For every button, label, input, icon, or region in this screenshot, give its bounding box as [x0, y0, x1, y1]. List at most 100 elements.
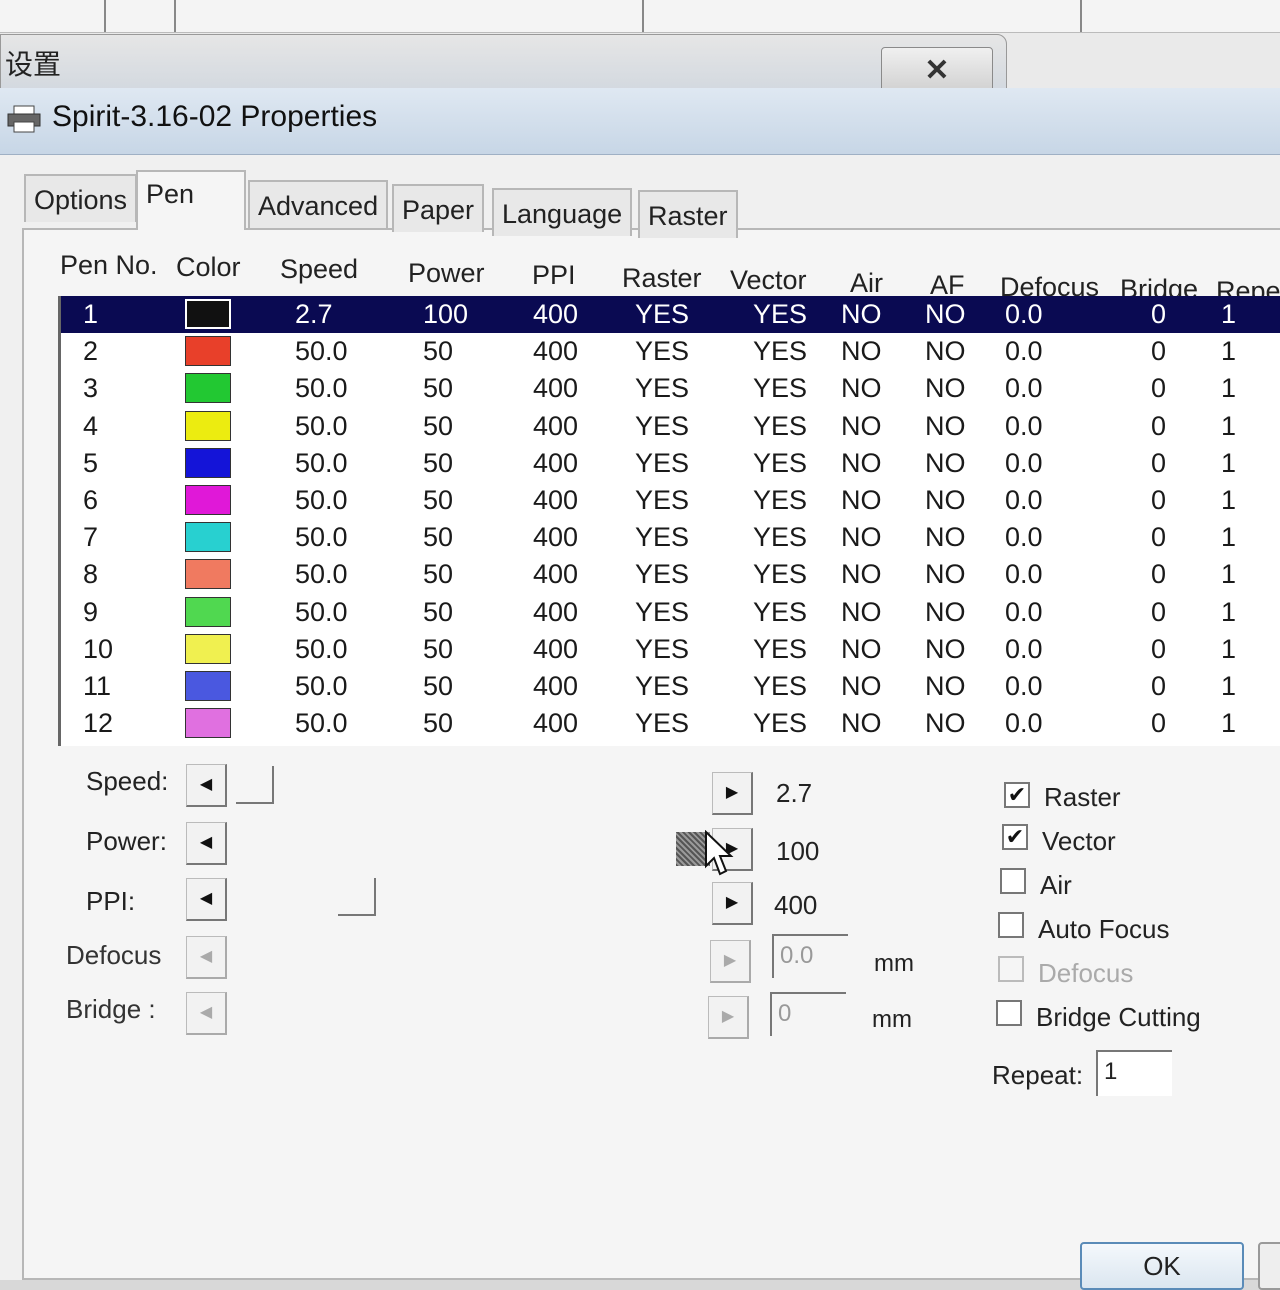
af-cell: NO [925, 522, 966, 553]
bridge-increase-button[interactable]: ▶ [708, 996, 749, 1039]
speed-slider-thumb[interactable] [236, 766, 274, 804]
vector-cell: YES [753, 447, 808, 478]
raster-checkbox[interactable]: ✔ [1004, 782, 1030, 808]
column-header-air[interactable]: Air [850, 268, 883, 299]
pen-color-swatch [185, 336, 231, 367]
defocus-checkbox-label[interactable]: Defocus [1038, 958, 1133, 989]
column-header-color[interactable]: Color [176, 252, 241, 283]
left-arrow-icon: ◀ [199, 948, 213, 965]
column-header-raster[interactable]: Raster [622, 263, 702, 294]
defocus-checkbox[interactable] [998, 956, 1024, 982]
ppi-cell: 400 [533, 708, 579, 739]
tab-options[interactable]: Options [24, 174, 138, 222]
air-checkbox-label[interactable]: Air [1040, 870, 1072, 901]
column-header-ppi[interactable]: PPI [532, 260, 576, 291]
ppi-cell: 400 [533, 485, 579, 515]
vector-checkbox-label[interactable]: Vector [1042, 826, 1116, 857]
raster-cell: YES [635, 373, 690, 404]
pen-row[interactable]: 8 50.0 50 400 YES YES NO NO 0.0 0 1 [61, 556, 1280, 593]
speed-decrease-button[interactable]: ◀ [186, 764, 227, 807]
speed-cell: 50.0 [295, 485, 348, 515]
column-header-power[interactable]: Power [408, 258, 485, 289]
tab-advanced[interactable]: Advanced [248, 180, 389, 228]
pen-row[interactable]: 5 50.0 50 400 YES YES NO NO 0.0 0 1 [61, 445, 1280, 482]
pen-list[interactable]: 1 2.7 100 400 YES YES NO NO 0.0 0 1 2 50.0 50 400 YES YE… [58, 296, 1280, 746]
pen-row[interactable]: 3 50.0 50 400 YES YES NO NO 0.0 0 1 [61, 370, 1280, 407]
vector-cell: YES [753, 522, 808, 553]
bridge-cutting-checkbox-label[interactable]: Bridge Cutting [1036, 1002, 1201, 1033]
power-cell: 50 [423, 671, 454, 701]
tab-pen[interactable]: Pen [136, 170, 246, 230]
tab-paper[interactable]: Paper [392, 184, 485, 232]
speed-increase-button[interactable]: ▶ [712, 772, 753, 815]
defocus-increase-button[interactable]: ▶ [710, 940, 751, 983]
air-cell: NO [841, 373, 882, 404]
power-decrease-button[interactable]: ◀ [186, 822, 227, 865]
pen-color-swatch [185, 522, 231, 553]
defocus-field[interactable]: 0.0 [772, 934, 848, 978]
defocus-decrease-button[interactable]: ◀ [186, 936, 227, 979]
dialog-title: Spirit-3.16-02 Properties [52, 100, 378, 133]
bridge-cell: 0 [1151, 708, 1167, 739]
pen-color-swatch [185, 633, 231, 664]
raster-cell: YES [635, 336, 690, 367]
toolbar-segment [104, 0, 176, 32]
raster-cell: YES [635, 559, 690, 590]
column-header-pen-no[interactable]: Pen No. [60, 250, 158, 281]
air-cell: NO [841, 559, 882, 590]
vector-cell: YES [753, 373, 808, 404]
pen-color-swatch [185, 671, 231, 701]
defocus-cell: 0.0 [1005, 299, 1043, 329]
column-header-vector[interactable]: Vector [730, 265, 807, 296]
cancel-button[interactable] [1258, 1242, 1280, 1290]
bridge-field[interactable]: 0 [770, 992, 846, 1036]
vector-checkbox[interactable]: ✔ [1002, 824, 1028, 850]
power-cell: 50 [423, 596, 454, 627]
air-cell: NO [841, 336, 882, 367]
defocus-cell: 0.0 [1005, 708, 1043, 739]
ppi-decrease-button[interactable]: ◀ [186, 878, 227, 921]
pen-row[interactable]: 4 50.0 50 400 YES YES NO NO 0.0 0 1 [61, 408, 1280, 445]
ppi-increase-button[interactable]: ▶ [712, 882, 753, 925]
vector-cell: YES [753, 299, 808, 329]
af-cell: NO [925, 299, 966, 329]
pen-row[interactable]: 12 50.0 50 400 YES YES NO NO 0.0 0 1 [61, 705, 1280, 742]
pen-row[interactable]: 2 50.0 50 400 YES YES NO NO 0.0 0 1 [61, 333, 1280, 370]
bridge-label: Bridge : [66, 994, 156, 1024]
bridge-cutting-checkbox[interactable] [996, 1000, 1022, 1026]
column-header-speed[interactable]: Speed [280, 254, 358, 285]
bridge-cell: 0 [1151, 299, 1167, 329]
pen-row[interactable]: 9 50.0 50 400 YES YES NO NO 0.0 0 1 [61, 594, 1280, 631]
defocus-cell: 0.0 [1005, 410, 1043, 441]
tab-language[interactable]: Language [492, 188, 633, 236]
raster-checkbox-label[interactable]: Raster [1044, 782, 1121, 813]
bridge-cell: 0 [1151, 559, 1167, 590]
pen-row[interactable]: 6 50.0 50 400 YES YES NO NO 0.0 0 1 [61, 482, 1280, 519]
air-checkbox[interactable] [1000, 868, 1026, 894]
repeat-field[interactable]: 1 [1096, 1050, 1172, 1096]
air-cell: NO [841, 522, 882, 553]
ppi-cell: 400 [533, 336, 579, 367]
speed-cell: 50.0 [295, 373, 348, 404]
auto-focus-checkbox-label[interactable]: Auto Focus [1038, 914, 1170, 945]
mouse-cursor-icon [705, 830, 734, 876]
power-cell: 50 [423, 410, 454, 441]
pen-row[interactable]: 10 50.0 50 400 YES YES NO NO 0.0 0 1 [61, 631, 1280, 668]
pen-row[interactable]: 1 2.7 100 400 YES YES NO NO 0.0 0 1 [61, 296, 1280, 333]
af-cell: NO [925, 485, 966, 515]
air-cell: NO [841, 596, 882, 627]
defocus-cell: 0.0 [1005, 671, 1043, 701]
defocus-label: Defocus [66, 940, 162, 970]
raster-cell: YES [635, 633, 690, 664]
ppi-slider-thumb[interactable] [338, 878, 376, 916]
ok-button[interactable]: OK [1080, 1242, 1244, 1290]
repeat-cell: 1 [1221, 708, 1237, 739]
defocus-cell: 0.0 [1005, 559, 1043, 590]
pen-row[interactable]: 11 50.0 50 400 YES YES NO NO 0.0 0 1 [61, 668, 1280, 705]
pen-no-cell: 3 [83, 373, 99, 404]
toolbar-segment [174, 0, 644, 32]
bridge-decrease-button[interactable]: ◀ [186, 992, 227, 1035]
tab-raster[interactable]: Raster [638, 190, 738, 238]
auto-focus-checkbox[interactable] [998, 912, 1024, 938]
pen-row[interactable]: 7 50.0 50 400 YES YES NO NO 0.0 0 1 [61, 519, 1280, 556]
